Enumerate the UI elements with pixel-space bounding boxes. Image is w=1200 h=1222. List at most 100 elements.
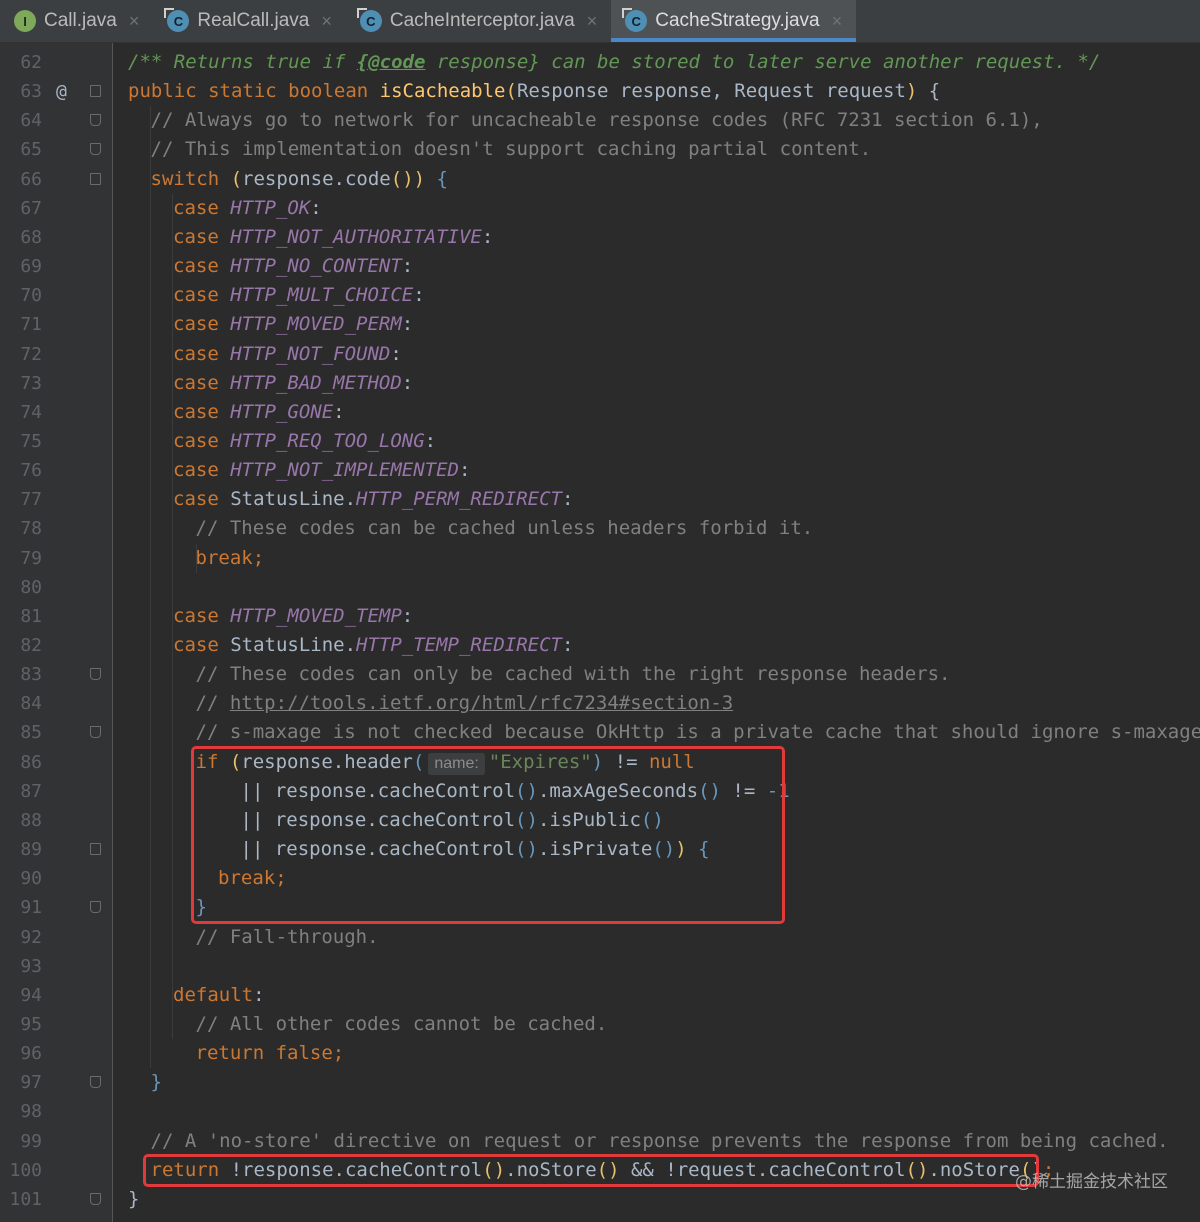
code-token: : [481,225,494,248]
code-line[interactable]: 73 case HTTP_BAD_METHOD: [0,369,1200,398]
line-number: 100 [9,1159,42,1181]
code-token: public static boolean [128,80,380,103]
code-line[interactable]: 70 case HTTP_MULT_CHOICE: [0,281,1200,310]
code-token: ) [905,80,918,103]
code-token: ( [230,167,243,190]
code-line[interactable]: 62 /** Returns true if {@code response} c… [0,48,1200,77]
code-token: case [173,342,231,365]
class-icon: C [622,8,648,32]
code-line[interactable]: 85 // s-maxage is not checked because OkH… [0,718,1200,747]
code-token: // [195,692,230,715]
code-token: // s-maxage is not checked because OkHtt… [195,721,1200,744]
code-line[interactable]: 77 case StatusLine.HTTP_PERM_REDIRECT: [0,485,1200,514]
editor-tab-bar: I Call.java × C RealCall.java × C CacheIntercep… [0,0,1200,43]
code-token: HTTP_MULT_CHOICE [230,284,414,307]
code-token: default [173,983,254,1006]
tab-label: RealCall.java [197,10,310,31]
code-token: {@code [356,51,426,73]
code-line[interactable]: 67 case HTTP_OK: [0,194,1200,223]
code-editor[interactable]: 62 /** Returns true if {@code response} c… [0,43,1200,1222]
code-text: switch (response.code()) { [151,165,449,194]
code-line[interactable]: 68 case HTTP_NOT_AUTHORITATIVE: [0,223,1200,252]
interface-icon: I [14,10,36,32]
code-line[interactable]: 75 case HTTP_REQ_TOO_LONG: [0,427,1200,456]
line-number: 93 [20,955,42,977]
close-tab-icon[interactable]: × [832,11,843,32]
code-token: : [401,604,414,627]
code-text: // Fall-through. [196,923,379,952]
fold-toggle-icon[interactable] [90,143,101,156]
indent-guide [150,106,151,1069]
code-line[interactable]: 96 return false; [0,1039,1200,1068]
line-number: 65 [20,139,42,161]
fold-toggle-icon[interactable] [90,1076,101,1089]
fold-toggle-icon[interactable] [90,668,101,681]
fold-toggle-icon[interactable] [90,1192,101,1205]
line-number: 64 [20,110,42,132]
code-line[interactable]: 93 [0,952,1200,981]
code-line[interactable]: 74 case HTTP_GONE: [0,398,1200,427]
code-line[interactable]: 97} [0,1068,1200,1097]
code-line[interactable]: 72 case HTTP_NOT_FOUND: [0,340,1200,369]
code-line[interactable]: 95 // All other codes cannot be cached. [0,1010,1200,1039]
tab-call-java[interactable]: I Call.java × [0,0,153,42]
code-line[interactable]: 84 // http://tools.ietf.org/html/rfc7234#… [0,689,1200,718]
fold-toggle-icon[interactable] [90,114,101,127]
code-token: HTTP_MOVED_TEMP [230,604,402,627]
code-line[interactable]: 81 case HTTP_MOVED_TEMP: [0,602,1200,631]
code-token: // Fall-through. [195,925,379,948]
fold-toggle-icon[interactable] [90,901,101,914]
code-line[interactable]: 82 case StatusLine.HTTP_TEMP_REDIRECT: [0,631,1200,660]
code-token: case [173,225,231,248]
annotation-icon[interactable]: @ [56,77,67,106]
code-text: case HTTP_MULT_CHOICE: [173,281,425,310]
code-token: http://tools.ietf.org/html/rfc7234#secti… [229,692,734,715]
fold-toggle-icon[interactable] [90,843,101,856]
line-number: 89 [20,839,42,861]
code-line[interactable]: 78 // These codes can be cached unless he… [0,514,1200,543]
code-text: /** Returns true if {@code response} can… [128,48,1100,77]
code-line[interactable]: 71 case HTTP_MOVED_PERM: [0,310,1200,339]
line-number: 85 [20,722,42,744]
code-line[interactable]: 63 @ public static boolean isCacheable(Res… [0,77,1200,106]
code-line[interactable]: 83 // These codes can only be cached with… [0,660,1200,689]
fold-toggle-icon[interactable] [90,85,101,98]
code-token: case [173,255,231,278]
class-icon: C [356,8,382,32]
code-line[interactable]: 79 break; [0,544,1200,573]
code-token: HTTP_REQ_TOO_LONG [230,429,425,452]
line-number: 77 [20,489,42,511]
code-line[interactable]: 65 // This implementation doesn't support… [0,135,1200,164]
tab-cacheinterceptor-java[interactable]: C CacheInterceptor.java × [346,0,611,42]
code-line[interactable]: 98 [0,1097,1200,1126]
code-token: HTTP_BAD_METHOD [230,371,402,394]
code-line[interactable]: 64 // Always go to network for uncacheabl… [0,106,1200,135]
code-line[interactable]: 94 default: [0,981,1200,1010]
fold-toggle-icon[interactable] [90,726,101,739]
code-token: HTTP_NO_CONTENT [230,255,402,278]
code-line[interactable]: 99 // A 'no-store' directive on request o… [0,1127,1200,1156]
highlight-box-return-line [143,1153,1039,1187]
code-token: response} can be stored to later serve a… [425,51,1101,73]
code-line[interactable]: 76 case HTTP_NOT_IMPLEMENTED: [0,456,1200,485]
code-line[interactable]: 80 [0,573,1200,602]
close-tab-icon[interactable]: × [129,11,140,32]
tab-realcall-java[interactable]: C RealCall.java × [153,0,345,42]
line-number: 81 [20,605,42,627]
code-token: case [173,313,231,336]
close-tab-icon[interactable]: × [321,11,332,32]
code-line[interactable]: 69 case HTTP_NO_CONTENT: [0,252,1200,281]
line-number: 98 [20,1101,42,1123]
code-token: : [333,400,345,423]
code-text: case HTTP_NOT_FOUND: [173,340,402,369]
code-text: case StatusLine.HTTP_TEMP_REDIRECT: [173,631,573,660]
code-line[interactable]: 92 // Fall-through. [0,923,1200,952]
line-number: 86 [20,751,42,773]
close-tab-icon[interactable]: × [587,11,598,32]
fold-toggle-icon[interactable] [90,172,101,185]
tab-cachestrategy-java[interactable]: C CacheStrategy.java × [611,0,857,42]
indent-guide [172,193,173,1040]
code-token: HTTP_PERM_REDIRECT [356,488,562,511]
code-text: // All other codes cannot be cached. [196,1010,608,1039]
code-line[interactable]: 66 switch (response.code()) { [0,165,1200,194]
